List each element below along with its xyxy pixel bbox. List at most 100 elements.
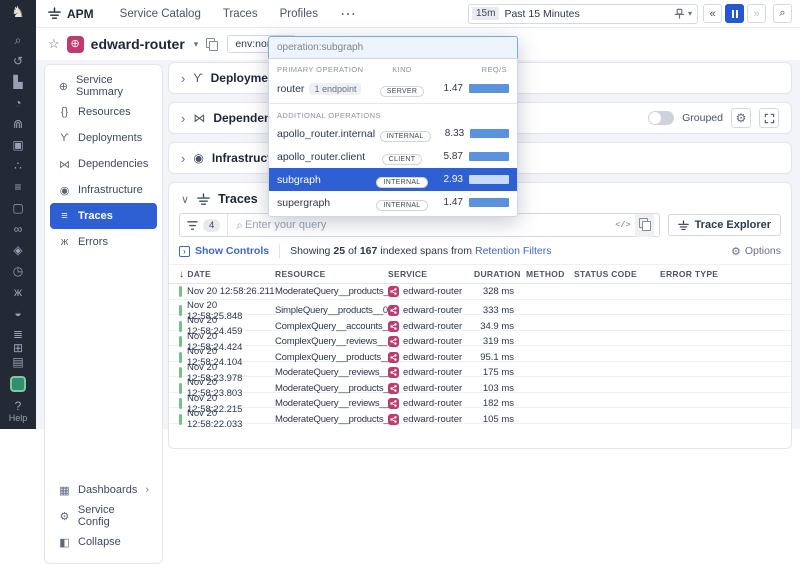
- chevron-down-icon[interactable]: ▾: [688, 9, 692, 18]
- operation-dropdown: operation:subgraph PRIMARY OPERATION KIN…: [268, 36, 518, 217]
- table-row[interactable]: Nov 20 12:58:25.848 SimpleQuery__product…: [169, 300, 791, 316]
- settings-gear-button[interactable]: ⚙: [731, 108, 751, 128]
- span-service: edward-router: [403, 336, 462, 347]
- span-date: Nov 20 12:58:26.211: [187, 286, 275, 297]
- favorite-star-icon[interactable]: ☆: [48, 36, 60, 52]
- code-view-icon[interactable]: </>: [615, 220, 630, 230]
- column-status-code[interactable]: STATUS CODE: [574, 269, 660, 279]
- sidebar-bottom-item[interactable]: ⚙ Service Config: [50, 503, 157, 529]
- search-icon[interactable]: ⌕: [8, 33, 28, 47]
- span-duration: 333 ms: [474, 305, 526, 316]
- sidebar-bottom-item[interactable]: ◧ Collapse: [50, 529, 157, 555]
- history-icon[interactable]: ↺: [8, 54, 28, 68]
- options-button[interactable]: ⚙ Options: [731, 245, 781, 258]
- fullscreen-button[interactable]: [759, 108, 779, 128]
- chevron-right-icon[interactable]: ›: [181, 71, 185, 86]
- grouped-toggle[interactable]: [648, 111, 674, 125]
- security-icon[interactable]: ◈: [8, 243, 28, 257]
- column-error-type[interactable]: ERROR TYPE: [660, 269, 791, 279]
- integrations-icon[interactable]: ▣: [8, 138, 28, 152]
- pause-button[interactable]: [725, 4, 744, 23]
- operation-row[interactable]: subgraph INTERNAL 2.93: [269, 168, 517, 191]
- logs-icon[interactable]: ≣: [8, 327, 28, 341]
- section-icon: ϒ: [193, 71, 202, 85]
- column-date[interactable]: ↓DATE: [179, 269, 275, 280]
- forward-button[interactable]: »: [747, 4, 766, 23]
- sidebar-item[interactable]: ж Errors: [50, 229, 157, 255]
- user-avatar[interactable]: [10, 376, 26, 392]
- copy-query-button[interactable]: [635, 214, 654, 237]
- sidebar-item[interactable]: ⋈ Dependencies: [50, 151, 157, 177]
- service-icon: [388, 352, 399, 363]
- column-resource[interactable]: RESOURCE: [275, 269, 388, 279]
- trace-explorer-button[interactable]: Trace Explorer: [668, 214, 781, 236]
- table-row[interactable]: Nov 20 12:58:23.978 ModerateQuery__revie…: [169, 362, 791, 378]
- sort-desc-icon[interactable]: ↓: [179, 269, 184, 280]
- sidebar-item[interactable]: ϒ Deployments: [50, 125, 157, 151]
- topnav-item[interactable]: Service Catalog: [120, 8, 201, 20]
- table-row[interactable]: Nov 20 12:58:23.803 ModerateQuery__produ…: [169, 377, 791, 393]
- column-duration[interactable]: DURATION: [474, 269, 526, 279]
- table-row[interactable]: Nov 20 12:58:24.459 ComplexQuery__accoun…: [169, 315, 791, 331]
- apm-icon[interactable]: ≡: [8, 180, 28, 194]
- metrics-icon[interactable]: ▙: [8, 75, 28, 89]
- filter-button[interactable]: 4: [180, 214, 228, 236]
- help-button[interactable]: ? Help: [9, 399, 28, 423]
- pin-icon[interactable]: [674, 8, 685, 19]
- operation-name: apollo_router.client: [277, 151, 365, 163]
- watchdog-icon[interactable]: ◔: [8, 96, 28, 110]
- query-input[interactable]: [245, 219, 610, 231]
- retention-filters-link[interactable]: Retention Filters: [475, 245, 551, 257]
- filter-icon: [187, 220, 198, 231]
- ci-icon[interactable]: ∞: [8, 222, 28, 236]
- service-icon: [388, 414, 399, 425]
- service-switcher-caret-icon[interactable]: ▾: [194, 39, 199, 50]
- chevron-right-icon[interactable]: ›: [181, 151, 185, 166]
- toolbox-icon[interactable]: ⊞: [8, 341, 28, 355]
- primary-operation-row[interactable]: router 1 endpoint SERVER 1.47: [269, 77, 517, 100]
- sidebar-item[interactable]: ≡ Traces: [50, 203, 157, 229]
- sidebar-item-label: Infrastructure: [78, 184, 143, 196]
- table-row[interactable]: Nov 20 12:58:22.033 ModerateQuery__produ…: [169, 408, 791, 424]
- service-type-icon: ⊕: [67, 36, 84, 53]
- sidebar-item[interactable]: ⊕ Service Summary: [50, 73, 157, 99]
- service-map-icon[interactable]: ∴: [8, 159, 28, 173]
- sidebar-item-icon: ϒ: [58, 132, 71, 144]
- span-date: Nov 20 12:58:22.033: [187, 408, 275, 430]
- rum-icon[interactable]: ▢: [8, 201, 28, 215]
- datadog-logo-icon[interactable]: ♞: [0, 0, 36, 23]
- errors-icon[interactable]: ж: [8, 285, 28, 299]
- zoom-out-button[interactable]: ⌕: [773, 4, 792, 23]
- operation-row[interactable]: supergraph INTERNAL 1.47: [269, 191, 517, 214]
- chevron-down-icon[interactable]: ∨: [181, 193, 189, 206]
- dashboards-icon[interactable]: ◒: [8, 306, 28, 320]
- topnav-item[interactable]: Traces: [223, 8, 258, 20]
- show-controls-button[interactable]: › Show Controls: [179, 245, 269, 257]
- time-range-selector[interactable]: 15m Past 15 Minutes ▾: [468, 4, 698, 24]
- traces-title: Traces: [218, 192, 258, 206]
- topnav-more-icon[interactable]: ⋯: [340, 4, 357, 24]
- topnav-item[interactable]: Profiles: [280, 8, 318, 20]
- operation-row[interactable]: apollo_router.client CLIENT 5.87: [269, 145, 517, 168]
- sidebar-item-label: Service Summary: [76, 74, 149, 98]
- chevron-right-icon[interactable]: ›: [181, 111, 185, 126]
- operation-search-input[interactable]: operation:subgraph: [268, 36, 518, 58]
- table-row[interactable]: Nov 20 12:58:26.211 ModerateQuery__produ…: [169, 284, 791, 300]
- layers-icon[interactable]: ▤: [8, 355, 28, 369]
- synthetics-icon[interactable]: ◷: [8, 264, 28, 278]
- sidebar-item[interactable]: {} Resources: [50, 99, 157, 125]
- operation-row[interactable]: apollo_router.internal INTERNAL 8.33: [269, 122, 517, 145]
- sidebar-item-icon: ▦: [58, 484, 71, 497]
- copy-icon[interactable]: [206, 38, 217, 50]
- table-row[interactable]: Nov 20 12:58:24.424 ComplexQuery__review…: [169, 331, 791, 347]
- span-resource: ComplexQuery__accounts__2: [275, 321, 388, 332]
- span-resource: ModerateQuery__products__0: [275, 383, 388, 394]
- table-row[interactable]: Nov 20 12:58:24.104 ComplexQuery__produc…: [169, 346, 791, 362]
- column-method[interactable]: METHOD: [526, 269, 574, 279]
- table-row[interactable]: Nov 20 12:58:22.215 ModerateQuery__revie…: [169, 393, 791, 409]
- sidebar-item[interactable]: ◉ Infrastructure: [50, 177, 157, 203]
- column-service[interactable]: SERVICE: [388, 269, 474, 279]
- binoculars-icon[interactable]: ⋒: [8, 117, 28, 131]
- rewind-button[interactable]: «: [703, 4, 722, 23]
- sidebar-bottom-item[interactable]: ▦ Dashboards ›: [50, 477, 157, 503]
